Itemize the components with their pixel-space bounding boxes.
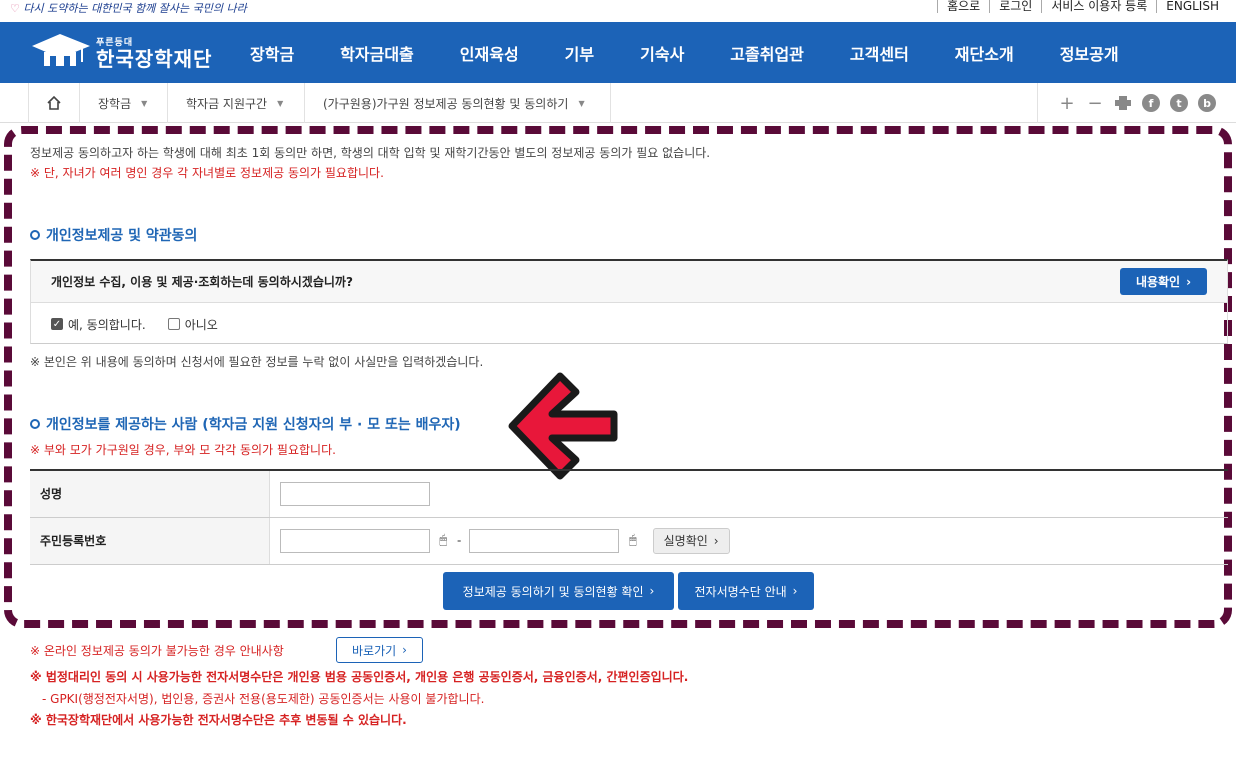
breadcrumb-label: 학자금 지원구간: [186, 96, 268, 111]
agree-no-checkbox[interactable]: 아니오: [167, 316, 218, 333]
name-input[interactable]: [279, 481, 430, 506]
site-header: 푸른등대 한국장학재단 장학금 학자금대출 인재육성 기부 기숙사 고졸취업관 …: [0, 22, 1236, 83]
caret-down-icon: ▼: [277, 98, 284, 108]
graduation-cap-icon: [32, 34, 90, 66]
blog-icon[interactable]: b: [1198, 94, 1216, 112]
site-logo[interactable]: 푸른등대 한국장학재단: [30, 30, 212, 70]
breadcrumb-label: (가구원용)가구원 정보제공 동의현황 및 동의하기: [323, 96, 569, 111]
gpki-note: - GPKI(행정전자서명), 법인용, 증권사 전용(용도제한) 공동인증서는…: [42, 692, 485, 706]
button-label: 전자서명수단 안내: [694, 584, 787, 599]
zoom-in-icon[interactable]: +: [1056, 92, 1078, 114]
heart-icon: ♡: [10, 2, 20, 15]
intro-text: 정보제공 동의하고자 하는 학생에 대해 최초 1회 동의만 하면, 학생의 대…: [30, 146, 711, 160]
zoom-out-icon[interactable]: −: [1084, 92, 1106, 114]
section-title-text: 개인정보제공 및 약관동의: [46, 228, 198, 244]
slogan-text: 다시 도약하는 대한민국 함께 잘사는 국민의 나라: [23, 2, 247, 15]
rrn-separator: -: [456, 533, 462, 547]
home-button[interactable]: [28, 83, 80, 123]
nav-public-info[interactable]: 정보공개: [1060, 41, 1119, 65]
top-utility-bar: ♡ 다시 도약하는 대한민국 함께 잘사는 국민의 나라 홈으로 로그인 서비스…: [0, 0, 1236, 22]
caret-down-icon: ▼: [578, 98, 585, 108]
shortcut-button[interactable]: 바로가기 ›: [336, 637, 423, 663]
chevron-right-icon: ›: [792, 584, 798, 598]
agree-no-label: 아니오: [184, 317, 218, 332]
consent-question-row: 개인정보 수집, 이용 및 제공·조회하는데 동의하시겠습니까? 내용확인 ›: [31, 261, 1227, 303]
bullet-ring-icon: [30, 419, 40, 429]
offline-consent-note: ※ 온라인 정보제공 동의가 불가능한 경우 안내사항: [30, 644, 284, 658]
logo-title: 한국장학재단: [96, 47, 213, 71]
home-icon: [47, 95, 61, 110]
nav-dormitory[interactable]: 기숙사: [640, 41, 684, 65]
rrn-label: 주민등록번호: [30, 517, 270, 565]
agree-yes-checkbox[interactable]: ✓ 예, 동의합니다.: [51, 316, 146, 333]
section-title-provider: 개인정보를 제공하는 사람 (학자금 지원 신청자의 부 · 모 또는 배우자): [30, 414, 461, 434]
chevron-right-icon: ›: [713, 533, 719, 548]
consent-box: 개인정보 수집, 이용 및 제공·조회하는데 동의하시겠습니까? 내용확인 › ✓…: [30, 259, 1228, 344]
nav-customer-center[interactable]: 고객센터: [850, 41, 909, 65]
agree-yes-label: 예, 동의합니다.: [68, 317, 146, 332]
chevron-right-icon: ›: [402, 643, 407, 657]
breadcrumb: 장학금 ▼ 학자금 지원구간 ▼ (가구원용)가구원 정보제공 동의현황 및 동의하…: [0, 83, 1236, 123]
breadcrumb-item-support-tier[interactable]: 학자금 지원구간 ▼: [168, 83, 305, 123]
nav-highschool-jobs[interactable]: 고졸취업관: [730, 41, 804, 65]
caret-down-icon: ▼: [141, 98, 148, 108]
button-label: 바로가기: [352, 643, 397, 658]
bullet-ring-icon: [30, 230, 40, 240]
service-register-link[interactable]: 서비스 이용자 등록: [1041, 0, 1156, 13]
mouse-icon: 🖱: [439, 533, 448, 548]
button-label: 내용확인: [1135, 275, 1181, 289]
rrn-front-input[interactable]: [279, 528, 430, 553]
government-slogan: ♡ 다시 도약하는 대한민국 함께 잘사는 국민의 나라: [10, 0, 247, 16]
nav-donation[interactable]: 기부: [565, 41, 594, 65]
intro-notice: ※ 단, 자녀가 여러 명인 경우 각 자녀별로 정보제공 동의가 필요합니다.: [30, 166, 384, 180]
login-link[interactable]: 로그인: [989, 0, 1041, 13]
parents-notice: ※ 부와 모가 가구원일 경우, 부와 모 각각 동의가 필요합니다.: [30, 443, 336, 457]
esign-guide-button[interactable]: 전자서명수단 안내 ›: [678, 572, 814, 610]
change-notice: ※ 한국장학재단에서 사용가능한 전자서명수단은 추후 변동될 수 있습니다.: [30, 713, 407, 727]
rrn-back-input[interactable]: [469, 528, 620, 553]
chevron-right-icon: ›: [1186, 274, 1192, 289]
name-label: 성명: [30, 470, 270, 518]
nav-about[interactable]: 재단소개: [955, 41, 1014, 65]
view-terms-button[interactable]: 내용확인 ›: [1120, 268, 1207, 295]
submit-consent-button[interactable]: 정보제공 동의하기 및 동의현황 확인 ›: [443, 572, 674, 610]
breadcrumb-item-scholarship[interactable]: 장학금 ▼: [80, 83, 168, 123]
consent-question: 개인정보 수집, 이용 및 제공·조회하는데 동의하시겠습니까?: [51, 275, 353, 289]
button-label: 실명확인: [663, 534, 708, 548]
checkbox-checked-icon: ✓: [51, 318, 63, 330]
verify-name-button[interactable]: 실명확인 ›: [652, 527, 730, 554]
button-label: 정보제공 동의하기 및 동의현황 확인: [462, 584, 644, 599]
home-link[interactable]: 홈으로: [937, 0, 989, 13]
utility-links: 홈으로 로그인 서비스 이용자 등록 ENGLISH: [937, 0, 1228, 13]
twitter-icon[interactable]: t: [1170, 94, 1188, 112]
mouse-icon: 🖱: [628, 533, 637, 548]
section-title-consent: 개인정보제공 및 약관동의: [30, 225, 197, 245]
logo-text: 푸른등대 한국장학재단: [96, 35, 212, 70]
nav-scholarship[interactable]: 장학금: [250, 41, 294, 65]
truthfulness-note: ※ 본인은 위 내용에 동의하며 신청서에 필요한 정보를 누락 없이 사실만을…: [30, 355, 484, 369]
facebook-icon[interactable]: f: [1142, 94, 1160, 112]
breadcrumb-label: 장학금: [98, 96, 132, 111]
section-title-text: 개인정보를 제공하는 사람 (학자금 지원 신청자의 부 · 모 또는 배우자): [46, 417, 461, 433]
table-row: 주민등록번호 🖱 - 🖱 실명확인 ›: [30, 517, 1228, 565]
red-arrow-icon: [508, 372, 618, 480]
table-row: 성명: [30, 470, 1228, 518]
main-nav: 장학금 학자금대출 인재육성 기부 기숙사 고졸취업관 고객센터 재단소개 정보…: [250, 22, 1119, 83]
consent-options: ✓ 예, 동의합니다. 아니오: [31, 303, 1227, 345]
chevron-right-icon: ›: [649, 584, 655, 598]
print-icon[interactable]: [1112, 92, 1134, 114]
english-link[interactable]: ENGLISH: [1156, 0, 1228, 13]
nav-talent[interactable]: 인재육성: [460, 41, 519, 65]
page-tools: + − f t b: [1037, 83, 1218, 123]
legal-rep-note: ※ 법정대리인 동의 시 사용가능한 전자서명수단은 개인용 범용 공동인증서,…: [30, 670, 689, 684]
provider-form-table: 성명 주민등록번호 🖱 - 🖱 실명확인 ›: [30, 469, 1228, 565]
breadcrumb-item-current[interactable]: (가구원용)가구원 정보제공 동의현황 및 동의하기 ▼: [305, 83, 611, 123]
nav-student-loan[interactable]: 학자금대출: [340, 41, 414, 65]
checkbox-icon: [167, 318, 180, 330]
